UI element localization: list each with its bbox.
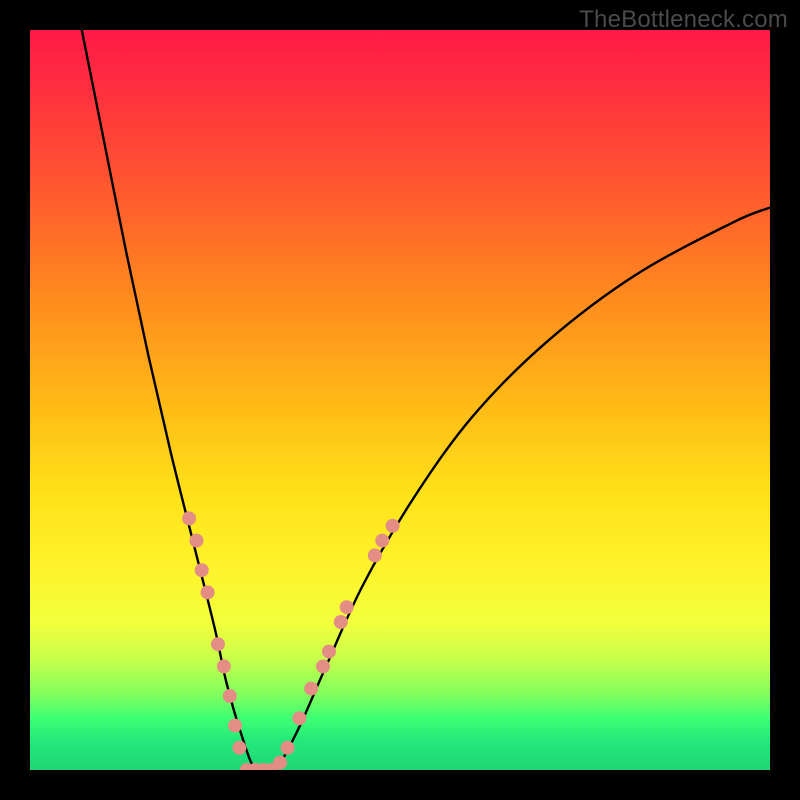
data-marker (201, 585, 215, 599)
data-marker (228, 719, 242, 733)
data-marker (281, 741, 295, 755)
data-marker (340, 600, 354, 614)
chart-stage: TheBottleneck.com (0, 0, 800, 800)
data-marker (232, 741, 246, 755)
marker-group (182, 511, 400, 770)
data-marker (217, 659, 231, 673)
data-marker (368, 548, 382, 562)
data-marker (292, 711, 306, 725)
data-marker (182, 511, 196, 525)
data-marker (334, 615, 348, 629)
data-marker (386, 519, 400, 533)
curve-path (82, 30, 770, 770)
data-marker (322, 645, 336, 659)
data-marker (211, 637, 225, 651)
data-marker (223, 689, 237, 703)
data-marker (273, 756, 287, 770)
chart-svg (30, 30, 770, 770)
data-marker (375, 534, 389, 548)
data-marker (316, 659, 330, 673)
data-marker (190, 534, 204, 548)
data-marker (195, 563, 209, 577)
data-marker (304, 682, 318, 696)
plot-area (30, 30, 770, 770)
